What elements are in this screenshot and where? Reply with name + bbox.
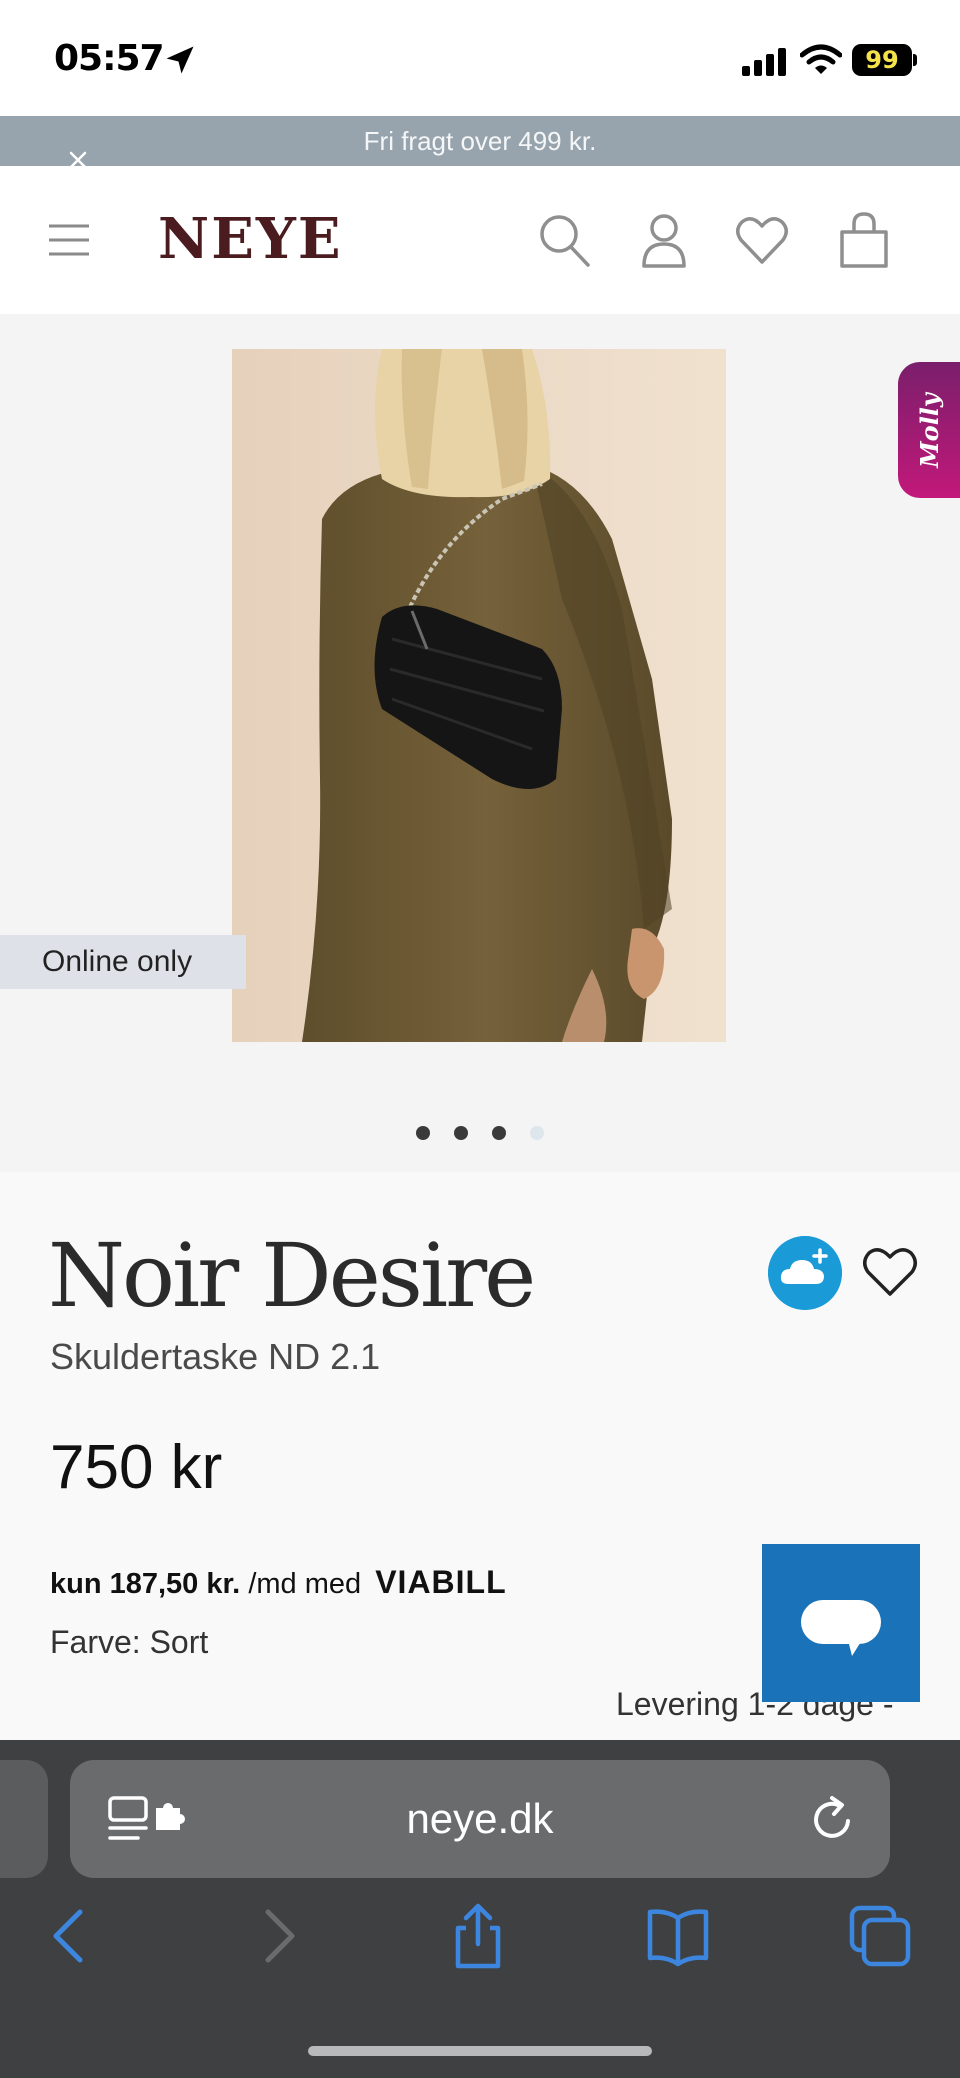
molly-side-tab[interactable]: Molly: [898, 362, 960, 498]
cart-icon[interactable]: [836, 210, 892, 270]
battery-icon: 99: [852, 44, 912, 76]
site-logo[interactable]: NEYE: [158, 206, 343, 272]
color-label: Farve:: [50, 1624, 141, 1660]
installment-suffix: /md med: [248, 1568, 362, 1600]
previous-tab-preview[interactable]: [0, 1760, 48, 1878]
gallery-dot[interactable]: [492, 1126, 506, 1140]
online-only-badge: Online only: [0, 935, 246, 989]
menu-icon[interactable]: [48, 222, 90, 258]
installment-amount: kun 187,50 kr.: [50, 1568, 241, 1600]
search-icon[interactable]: [536, 210, 592, 270]
bookmarks-icon[interactable]: [644, 1902, 712, 1970]
product-page: 05:57 99 Fri fragt over 499 kr. NEYE Onl…: [0, 0, 960, 2078]
wifi-icon: [800, 44, 842, 74]
color-info: Farve: Sort: [50, 1624, 208, 1661]
tabs-icon[interactable]: [846, 1902, 914, 1970]
color-value: Sort: [149, 1624, 209, 1660]
share-icon[interactable]: [444, 1902, 512, 1970]
status-time: 05:57: [54, 38, 165, 79]
battery-tip: [913, 54, 917, 66]
home-indicator: [308, 2046, 652, 2056]
product-info: Noir Desire Skuldertaske ND 2.1 750 kr k…: [0, 1172, 960, 1740]
location-arrow-icon: [166, 46, 194, 74]
product-brand[interactable]: Noir Desire: [48, 1224, 536, 1327]
gallery-dot[interactable]: [454, 1126, 468, 1140]
wishlist-icon[interactable]: [734, 210, 790, 270]
gallery-pagination: [0, 1126, 960, 1146]
installment-info[interactable]: kun 187,50 kr. /md med VIABILL: [50, 1564, 507, 1601]
forward-icon[interactable]: [244, 1902, 312, 1970]
browser-toolbar: neye.dk: [0, 1740, 960, 2078]
product-price: 750 kr: [50, 1433, 223, 1502]
product-gallery[interactable]: Online only Molly: [0, 314, 960, 1172]
chat-icon: [801, 1600, 881, 1656]
heart-icon[interactable]: [860, 1242, 920, 1302]
cloud-plus-icon[interactable]: [768, 1236, 842, 1310]
url-text: neye.dk: [406, 1795, 554, 1842]
product-photo[interactable]: [232, 349, 726, 1042]
molly-tab-label: Molly: [914, 392, 944, 468]
product-name: Skuldertaske ND 2.1: [50, 1336, 381, 1377]
free-shipping-banner: Fri fragt over 499 kr.: [0, 116, 960, 166]
site-header: NEYE: [0, 166, 960, 314]
reload-icon[interactable]: [808, 1794, 858, 1844]
address-bar[interactable]: neye.dk: [70, 1760, 890, 1878]
viabill-logo: VIABILL: [375, 1564, 507, 1600]
status-bar: 05:57 99: [0, 0, 960, 116]
account-icon[interactable]: [636, 210, 692, 270]
gallery-dot[interactable]: [416, 1126, 430, 1140]
gallery-dot-active[interactable]: [530, 1126, 544, 1140]
chat-button[interactable]: [762, 1544, 920, 1702]
cellular-signal-icon: [742, 48, 786, 76]
back-icon[interactable]: [36, 1902, 104, 1970]
